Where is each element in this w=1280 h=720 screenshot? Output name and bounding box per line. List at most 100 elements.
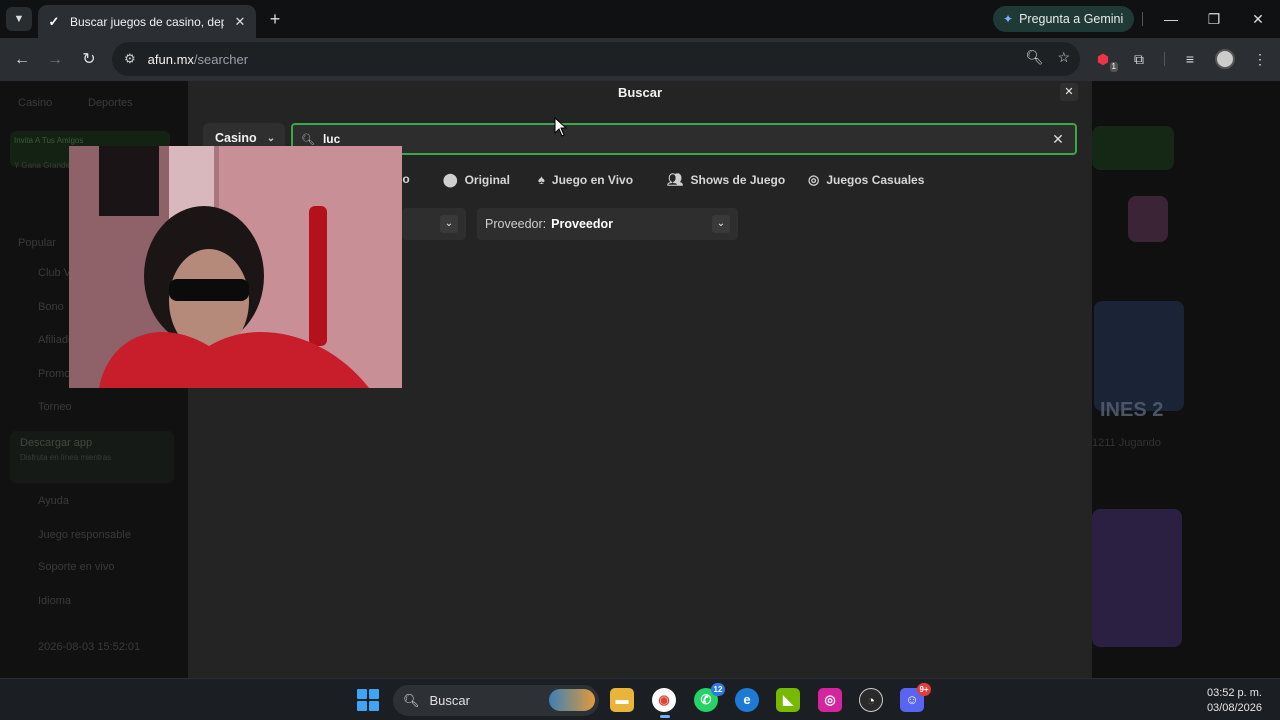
windows-taskbar: 🔍︎ Buscar ▬ ◉ ✆ 12 e ◣ ◎ ◔ ☺ 9+ 03:52 p. m… xyxy=(0,678,1280,720)
extension-badge: 1 xyxy=(1109,62,1118,72)
filter-chip-juego-en-vivo[interactable]: ♠ Juego en Vivo xyxy=(538,172,633,187)
modal-close-button[interactable]: ✕ xyxy=(1060,83,1078,101)
bookmark-star-icon[interactable]: ☆ xyxy=(1057,49,1070,66)
tab-search-button[interactable]: ▼ xyxy=(6,7,32,31)
site-favicon-icon: ✓ xyxy=(48,13,60,29)
windows-start-icon[interactable] xyxy=(357,689,379,711)
sidebar-item-idioma: Idioma xyxy=(38,595,72,607)
media-control-icon[interactable]: ≡ xyxy=(1179,48,1201,70)
search-icon: 🔍︎ xyxy=(301,133,315,146)
background-right-panel xyxy=(1092,81,1280,678)
minimize-button[interactable]: — xyxy=(1160,8,1182,30)
taskbar-search[interactable]: 🔍︎ Buscar xyxy=(393,685,599,716)
download-app-title: Descargar app xyxy=(20,437,93,449)
active-app-indicator xyxy=(660,715,670,718)
invite-title: Invita A Tus Amigos xyxy=(14,136,84,145)
pin-icon: ⬤ xyxy=(443,172,458,187)
search-highlight-image xyxy=(549,689,595,711)
search-field[interactable]: 🔍︎ ✕ xyxy=(291,123,1077,155)
banner-title: INES 2 xyxy=(1100,399,1164,421)
tab-strip: ▼ ✓ Buscar juegos de casino, depor ✕ + ✦… xyxy=(0,0,1280,38)
clock-time: 03:52 p. m. xyxy=(1206,687,1262,699)
restore-button[interactable]: ❐ xyxy=(1203,8,1225,30)
provider-dropdown[interactable]: Proveedor: Proveedor ⌄ xyxy=(477,208,738,240)
discord-badge: 9+ xyxy=(917,683,931,696)
filter-chip-juegos-casuales[interactable]: ◎ Juegos Casuales xyxy=(808,172,924,188)
chrome-icon[interactable]: ◉ xyxy=(652,688,676,712)
provider-label: Proveedor: xyxy=(485,217,547,231)
active-tab[interactable]: ✓ Buscar juegos de casino, depor ✕ xyxy=(38,5,256,38)
webcam-feed-image xyxy=(69,146,402,388)
close-icon[interactable]: ✕ xyxy=(232,14,248,30)
category-value: Casino xyxy=(215,131,257,145)
filter-label: Shows de Juego xyxy=(690,173,786,187)
sidebar-item-juego-responsable: Juego responsable xyxy=(38,529,131,541)
clock-date: 03/08/2026 xyxy=(1206,702,1262,714)
edge-icon[interactable]: e xyxy=(735,688,759,712)
sidebar-item-popular: Popular xyxy=(18,237,56,249)
mouse-cursor-icon xyxy=(554,117,568,137)
sort-dropdown[interactable]: ⌄ xyxy=(402,208,466,240)
window-close-button[interactable]: ✕ xyxy=(1247,8,1269,30)
sidebar-item-torneo: Torneo xyxy=(38,401,72,413)
sidebar-item-bono: Bono xyxy=(38,301,64,313)
filter-label: Juego en Vivo xyxy=(551,172,634,187)
sidebar-item-soporte: Soporte en vivo xyxy=(38,561,115,573)
search-icon: 🔍︎ xyxy=(403,692,420,708)
extensions-puzzle-icon[interactable]: ⧉ xyxy=(1128,48,1150,70)
spade-icon: ♠ xyxy=(538,172,545,187)
sidebar-item-casino: Casino xyxy=(18,97,53,109)
chevron-down-icon: ⌄ xyxy=(440,215,458,233)
whatsapp-badge: 12 xyxy=(711,683,725,696)
url-path: /searcher xyxy=(193,51,249,67)
game-thumbnail xyxy=(1128,196,1168,242)
clear-search-button[interactable]: ✕ xyxy=(1049,131,1067,148)
chevron-down-icon: ⌄ xyxy=(712,215,730,233)
filter-chip-original[interactable]: ⬤ Original xyxy=(443,172,510,188)
filter-label: Original xyxy=(464,173,510,187)
search-input[interactable] xyxy=(322,132,1041,146)
taskbar-search-label: Buscar xyxy=(429,693,470,708)
sidebar-item-deportes: Deportes xyxy=(88,97,133,109)
reload-button[interactable]: ↻ xyxy=(77,48,101,72)
discord-icon[interactable]: ☺ 9+ xyxy=(900,683,931,712)
divider xyxy=(1164,52,1165,66)
users-icon: 👥︎ xyxy=(667,172,684,187)
provider-value: Proveedor xyxy=(551,217,613,231)
back-button[interactable]: ← xyxy=(10,48,34,72)
extension-shield-icon[interactable]: ⬢ 1 xyxy=(1092,48,1118,72)
tab-title: Buscar juegos de casino, depor xyxy=(70,14,224,29)
zoom-icon[interactable]: 🔍︎ xyxy=(1026,49,1044,66)
nvidia-icon[interactable]: ◣ xyxy=(776,688,800,712)
forward-button[interactable]: → xyxy=(43,48,67,72)
chevron-down-icon: ⌄ xyxy=(266,132,276,144)
filter-chip-shows-de-juego[interactable]: 👥︎ Shows de Juego xyxy=(667,172,785,188)
gemini-button[interactable]: ✦ Pregunta a Gemini xyxy=(993,6,1134,32)
address-bar[interactable]: ⚙ afun.mx/searcher 🔍︎ ☆ xyxy=(112,42,1080,76)
system-clock[interactable]: 03:52 p. m. 03/08/2026 xyxy=(1207,686,1262,716)
browser-toolbar: ← → ↻ ⚙ afun.mx/searcher 🔍︎ ☆ ⬢ 1 ⧉ ≡ ⋮ xyxy=(0,38,1280,81)
sidebar-item-ayuda: Ayuda xyxy=(38,495,69,507)
whatsapp-icon[interactable]: ✆ 12 xyxy=(694,683,725,712)
profile-avatar[interactable] xyxy=(1215,49,1235,69)
divider xyxy=(1142,12,1143,26)
file-explorer-icon[interactable]: ▬ xyxy=(610,688,634,712)
site-info-icon[interactable]: ⚙ xyxy=(124,51,136,67)
modal-title: Buscar xyxy=(617,85,663,100)
kebab-menu-icon[interactable]: ⋮ xyxy=(1249,48,1271,70)
sidebar-timestamp: 2026-08-03 15:52:01 xyxy=(38,641,141,653)
gemini-label: Pregunta a Gemini xyxy=(1019,12,1124,26)
filter-label: Juegos Casuales xyxy=(826,173,925,187)
download-app-subtitle: Disfruta en línea mientras xyxy=(20,453,112,462)
banner-subtitle: 1211 Jugando xyxy=(1092,437,1161,449)
target-icon: ◎ xyxy=(808,172,820,187)
game-banner xyxy=(1094,301,1184,411)
webcam-overlay xyxy=(69,146,402,388)
obs-icon[interactable]: ◔ xyxy=(859,688,883,712)
game-banner-2 xyxy=(1092,509,1182,647)
promo-card xyxy=(1092,126,1174,170)
new-tab-button[interactable]: + xyxy=(264,8,286,30)
gemini-sparkle-icon: ✦ xyxy=(1003,12,1014,26)
url-host: afun.mx xyxy=(147,51,194,67)
instagram-icon[interactable]: ◎ xyxy=(818,688,842,712)
